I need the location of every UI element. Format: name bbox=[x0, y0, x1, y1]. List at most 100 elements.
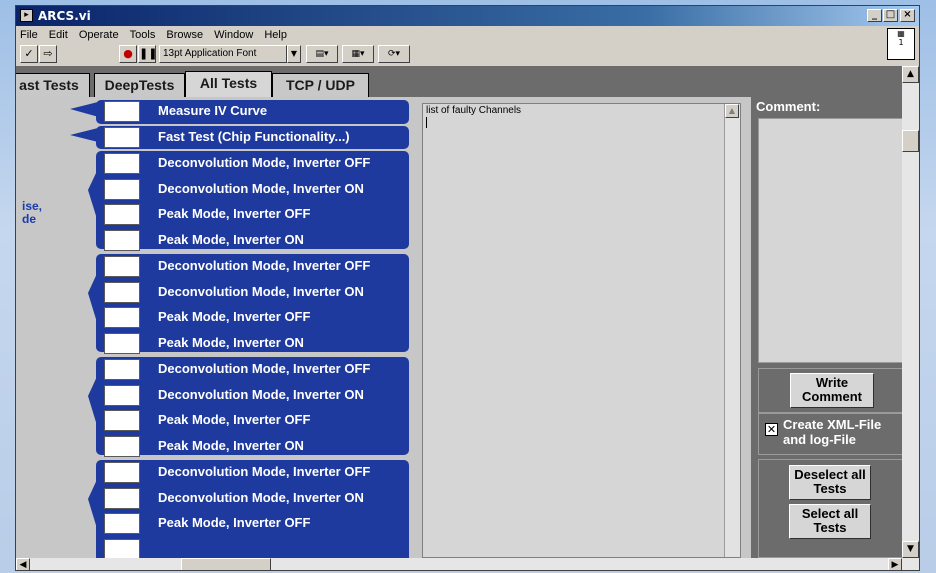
horizontal-scrollbar[interactable]: ◀ ▶ bbox=[16, 558, 919, 570]
close-button[interactable]: × bbox=[900, 9, 915, 22]
create-xml-label: Create XML-File and log-File bbox=[783, 417, 882, 447]
faulty-channels-listbox[interactable]: list of faulty Channels ▲ bbox=[422, 103, 741, 558]
vi-icon-label: 1 bbox=[898, 38, 904, 47]
tab-strip: ast Tests DeepTests All Tests TCP / UDP bbox=[16, 66, 902, 98]
test-label: Peak Mode, Inverter OFF bbox=[158, 309, 311, 324]
test-label: Peak Mode, Inverter ON bbox=[158, 438, 304, 453]
menu-edit[interactable]: Edit bbox=[45, 27, 72, 41]
menu-file[interactable]: File bbox=[16, 27, 42, 41]
comment-textbox[interactable] bbox=[758, 118, 902, 363]
test-row: Deconvolution Mode, Inverter ON bbox=[104, 485, 409, 511]
scroll-right-arrow-icon[interactable]: ▶ bbox=[888, 558, 902, 570]
labview-app-icon: ▸ bbox=[20, 9, 33, 22]
menu-help[interactable]: Help bbox=[260, 27, 291, 41]
test-checkbox[interactable] bbox=[104, 179, 140, 200]
vi-connector-icon[interactable]: ▦ 1 bbox=[887, 28, 915, 60]
test-label: Deconvolution Mode, Inverter OFF bbox=[158, 464, 371, 479]
test-checkbox[interactable] bbox=[104, 385, 140, 406]
write-comment-button[interactable]: Write Comment bbox=[790, 373, 874, 408]
test-label: Deconvolution Mode, Inverter OFF bbox=[158, 155, 371, 170]
test-row: Peak Mode, Inverter OFF bbox=[104, 407, 409, 433]
test-checkbox[interactable] bbox=[104, 256, 140, 277]
test-label: Deconvolution Mode, Inverter ON bbox=[158, 387, 364, 402]
selection-section: Deselect all Tests Select all Tests bbox=[758, 459, 902, 558]
write-comment-section: Write Comment bbox=[758, 368, 902, 413]
menu-bar: File Edit Operate Tools Browse Window He… bbox=[16, 27, 919, 43]
test-checkbox[interactable] bbox=[104, 410, 140, 431]
reorder-icon[interactable]: ⟳▾ bbox=[378, 45, 410, 63]
test-checkbox[interactable] bbox=[104, 282, 140, 303]
tab-tcp-udp[interactable]: TCP / UDP bbox=[272, 73, 369, 97]
test-row: Peak Mode, Inverter OFF bbox=[104, 201, 409, 227]
test-checkbox[interactable] bbox=[104, 513, 140, 534]
partial-label-2: de bbox=[22, 212, 37, 226]
test-label: Deconvolution Mode, Inverter ON bbox=[158, 490, 364, 505]
front-panel: ast Tests DeepTests All Tests TCP / UDP … bbox=[16, 66, 902, 558]
test-checkbox[interactable] bbox=[104, 307, 140, 328]
tab-all-tests[interactable]: All Tests bbox=[185, 71, 272, 98]
pause-icon[interactable]: ❚❚ bbox=[138, 45, 157, 63]
test-label: Measure IV Curve bbox=[158, 103, 268, 118]
test-checkbox[interactable] bbox=[104, 204, 140, 225]
test-row bbox=[104, 536, 409, 558]
test-row: Deconvolution Mode, Inverter OFF bbox=[104, 253, 409, 279]
scroll-up-arrow-icon[interactable]: ▲ bbox=[725, 104, 739, 118]
align-objects-icon[interactable]: ▤▾ bbox=[306, 45, 338, 63]
test-checkbox[interactable] bbox=[104, 436, 140, 457]
run-arrow-icon[interactable]: ⇨ bbox=[39, 45, 57, 63]
test-label: Peak Mode, Inverter ON bbox=[158, 335, 304, 350]
font-selector[interactable]: 13pt Application Font bbox=[159, 45, 287, 63]
test-checkbox[interactable] bbox=[104, 153, 140, 174]
menu-browse[interactable]: Browse bbox=[162, 27, 207, 41]
tab-deep-tests[interactable]: DeepTests bbox=[94, 73, 185, 97]
horizontal-scroll-thumb[interactable] bbox=[181, 558, 271, 570]
test-label: Deconvolution Mode, Inverter OFF bbox=[158, 258, 371, 273]
test-checkbox[interactable] bbox=[104, 333, 140, 354]
window-title: ARCS.vi bbox=[38, 9, 91, 23]
vertical-scrollbar[interactable]: ▲ ▼ bbox=[902, 66, 919, 558]
test-row: Peak Mode, Inverter OFF bbox=[104, 304, 409, 330]
vi-window: ▸ ARCS.vi _ □ × File Edit Operate Tools … bbox=[15, 5, 920, 571]
test-checkbox[interactable] bbox=[104, 539, 140, 558]
listbox-scrollbar[interactable]: ▲ bbox=[724, 104, 740, 557]
menu-window[interactable]: Window bbox=[210, 27, 257, 41]
all-tests-page: ise, de Measure IV Curve Fast Test (Chip… bbox=[16, 97, 902, 558]
run-checkmark-icon[interactable]: ✓ bbox=[20, 45, 38, 63]
test-row: Peak Mode, Inverter ON bbox=[104, 227, 409, 253]
scroll-thumb[interactable] bbox=[902, 130, 919, 152]
create-xml-checkbox[interactable]: ✕ bbox=[765, 423, 778, 436]
test-checkbox[interactable] bbox=[104, 359, 140, 380]
maximize-button[interactable]: □ bbox=[883, 9, 898, 22]
select-all-button[interactable]: Select all Tests bbox=[789, 504, 871, 539]
minimize-button[interactable]: _ bbox=[867, 9, 882, 22]
test-checkbox[interactable] bbox=[104, 230, 140, 251]
faulty-channels-title: list of faulty Channels bbox=[426, 105, 522, 116]
test-label: Deconvolution Mode, Inverter ON bbox=[158, 181, 364, 196]
test-row: Deconvolution Mode, Inverter ON bbox=[104, 176, 409, 202]
distribute-objects-icon[interactable]: ▦▾ bbox=[342, 45, 374, 63]
deselect-all-button[interactable]: Deselect all Tests bbox=[789, 465, 871, 500]
scroll-left-arrow-icon[interactable]: ◀ bbox=[16, 558, 30, 570]
font-dropdown-arrow-icon[interactable]: ▼ bbox=[287, 45, 301, 63]
test-label: Peak Mode, Inverter ON bbox=[158, 232, 304, 247]
test-checkbox[interactable] bbox=[104, 127, 140, 148]
text-cursor bbox=[426, 117, 427, 128]
test-row: Peak Mode, Inverter OFF bbox=[104, 510, 409, 536]
comment-label: Comment: bbox=[756, 99, 821, 114]
test-row: Peak Mode, Inverter ON bbox=[104, 330, 409, 356]
toolbar: ✓ ⇨ ● ❚❚ 13pt Application Font ▼ ▤▾ ▦▾ ⟳… bbox=[16, 43, 919, 65]
test-label: Deconvolution Mode, Inverter OFF bbox=[158, 361, 371, 376]
scroll-down-arrow-icon[interactable]: ▼ bbox=[902, 541, 919, 558]
test-row-fast-test: Fast Test (Chip Functionality...) bbox=[104, 124, 409, 150]
test-checkbox[interactable] bbox=[104, 101, 140, 122]
menu-operate[interactable]: Operate bbox=[75, 27, 123, 41]
test-checkbox[interactable] bbox=[104, 488, 140, 509]
abort-icon[interactable]: ● bbox=[119, 45, 137, 63]
test-label: Fast Test (Chip Functionality...) bbox=[158, 129, 350, 144]
menu-tools[interactable]: Tools bbox=[126, 27, 160, 41]
test-checkbox[interactable] bbox=[104, 462, 140, 483]
tab-fast-tests[interactable]: ast Tests bbox=[16, 73, 90, 97]
xml-section: ✕ Create XML-File and log-File bbox=[758, 413, 902, 455]
scroll-up-arrow-icon[interactable]: ▲ bbox=[902, 66, 919, 83]
test-row: Deconvolution Mode, Inverter ON bbox=[104, 279, 409, 305]
